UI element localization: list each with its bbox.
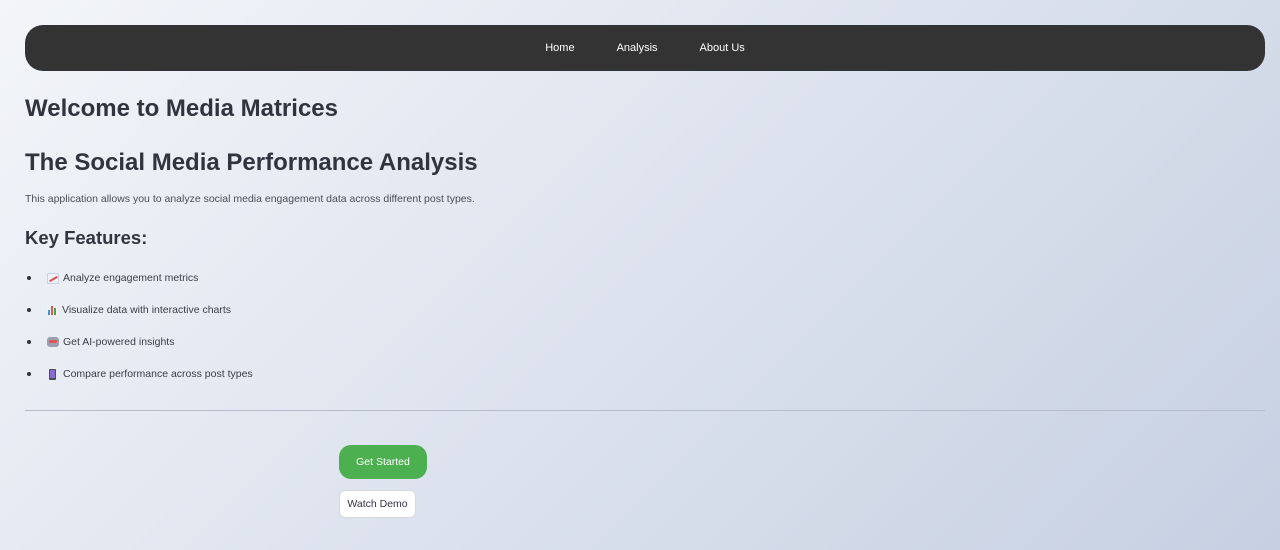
feature-list: Analyze engagement metrics Visualize dat… xyxy=(25,262,253,390)
bullet-icon xyxy=(27,340,31,344)
feature-label: Analyze engagement metrics xyxy=(63,272,199,284)
page-subtitle: The Social Media Performance Analysis xyxy=(25,149,478,176)
feature-label: Get AI-powered insights xyxy=(63,336,175,348)
robot-icon xyxy=(47,337,59,347)
feature-item-visualize: Visualize data with interactive charts xyxy=(25,294,253,326)
feature-item-engagement: Analyze engagement metrics xyxy=(25,262,253,294)
watch-demo-button[interactable]: Watch Demo xyxy=(339,490,416,518)
feature-item-ai-insights: Get AI-powered insights xyxy=(25,326,253,358)
feature-item-compare: Compare performance across post types xyxy=(25,358,253,390)
chart-increasing-icon xyxy=(47,272,59,284)
get-started-button[interactable]: Get Started xyxy=(339,445,427,479)
bar-chart-icon xyxy=(47,305,58,315)
bullet-icon xyxy=(27,276,31,280)
nav-home-link[interactable]: Home xyxy=(524,42,595,54)
bullet-icon xyxy=(27,308,31,312)
nav-about-us-link[interactable]: About Us xyxy=(679,42,766,54)
top-navbar: Home Analysis About Us xyxy=(25,25,1265,71)
bullet-icon xyxy=(27,372,31,376)
intro-text: This application allows you to analyze s… xyxy=(25,193,475,205)
mobile-phone-icon xyxy=(49,368,56,380)
feature-label: Compare performance across post types xyxy=(63,368,253,380)
section-divider xyxy=(25,410,1265,411)
nav-analysis-link[interactable]: Analysis xyxy=(596,42,679,54)
feature-label: Visualize data with interactive charts xyxy=(62,304,232,316)
page-title: Welcome to Media Matrices xyxy=(25,95,338,122)
features-heading: Key Features: xyxy=(25,227,148,248)
